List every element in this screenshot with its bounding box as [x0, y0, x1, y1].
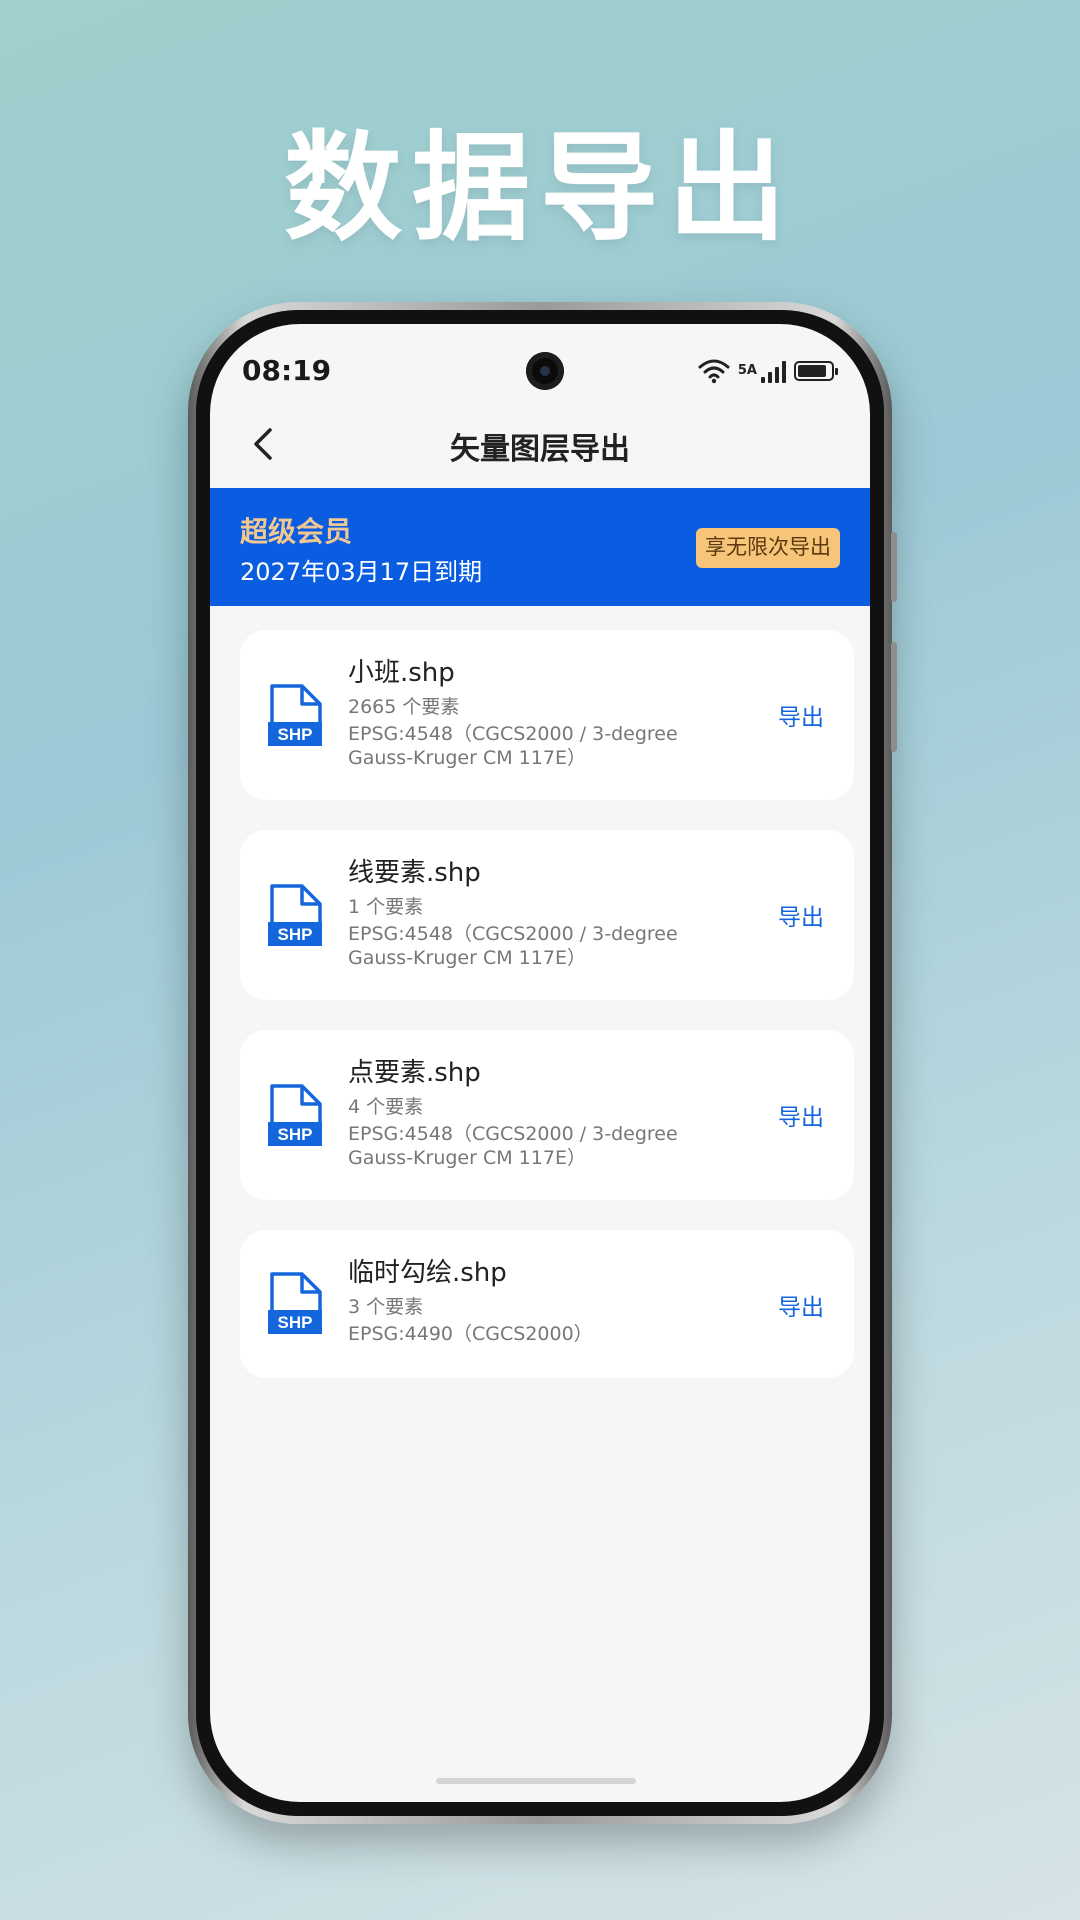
home-indicator[interactable] — [436, 1778, 636, 1784]
screen: 08:19 5A 矢量图层导出 超级会员 2027年03月17日到期 享无限次导… — [210, 324, 870, 1802]
layer-card: SHP 临时勾绘.shp 3 个要素 EPSG:4490（CGCS2000） 导… — [240, 1230, 854, 1378]
export-button[interactable]: 导出 — [778, 898, 824, 932]
crs-info: EPSG:4490（CGCS2000） — [348, 1323, 593, 1345]
front-camera — [526, 352, 564, 390]
vip-title: 超级会员 — [240, 515, 353, 548]
phone-frame: 08:19 5A 矢量图层导出 超级会员 2027年03月17日到期 享无限次导… — [188, 302, 897, 1824]
export-button[interactable]: 导出 — [778, 698, 824, 732]
layer-card: SHP 小班.shp 2665 个要素 EPSG:4548（CGCS2000 /… — [240, 630, 854, 800]
crs-info: EPSG:4548（CGCS2000 / 3-degree Gauss-Krug… — [348, 723, 678, 769]
export-button[interactable]: 导出 — [778, 1098, 824, 1132]
crs-info: EPSG:4548（CGCS2000 / 3-degree Gauss-Krug… — [348, 1123, 678, 1169]
layer-card: SHP 点要素.shp 4 个要素 EPSG:4548（CGCS2000 / 3… — [240, 1030, 854, 1200]
feature-count: 1 个要素 — [348, 896, 424, 918]
layer-name: 点要素.shp — [348, 1058, 481, 1088]
layer-name: 线要素.shp — [348, 858, 481, 888]
battery-icon — [794, 361, 838, 381]
network-type-label: 5A — [737, 363, 757, 378]
status-icons: 5A — [698, 356, 838, 386]
crs-info: EPSG:4548（CGCS2000 / 3-degree Gauss-Krug… — [348, 923, 678, 969]
hero-title: 数据导出 — [283, 119, 796, 257]
wifi-icon — [698, 359, 730, 384]
feature-count: 3 个要素 — [348, 1296, 424, 1318]
layer-name: 临时勾绘.shp — [348, 1258, 507, 1288]
page-title: 矢量图层导出 — [450, 432, 630, 467]
svg-text:SHP: SHP — [278, 1313, 313, 1332]
feature-count: 4 个要素 — [348, 1096, 424, 1118]
export-button[interactable]: 导出 — [778, 1288, 824, 1322]
status-bar: 08:19 5A — [210, 324, 870, 394]
shp-file-icon: SHP — [268, 884, 322, 946]
svg-text:SHP: SHP — [278, 725, 313, 744]
phone-bezel: 08:19 5A 矢量图层导出 超级会员 2027年03月17日到期 享无限次导… — [196, 310, 884, 1816]
power-button — [891, 642, 897, 752]
signal-icon — [761, 359, 786, 383]
unlimited-export-button[interactable]: 享无限次导出 — [696, 528, 840, 568]
shp-file-icon: SHP — [268, 1272, 322, 1334]
nav-bar: 矢量图层导出 — [210, 396, 870, 496]
layer-card: SHP 线要素.shp 1 个要素 EPSG:4548（CGCS2000 / 3… — [240, 830, 854, 1000]
shp-file-icon: SHP — [268, 684, 322, 746]
shp-file-icon: SHP — [268, 1084, 322, 1146]
volume-button — [891, 532, 897, 602]
layer-name: 小班.shp — [348, 658, 455, 688]
layer-list: SHP 小班.shp 2665 个要素 EPSG:4548（CGCS2000 /… — [240, 630, 854, 1408]
status-time: 08:19 — [242, 354, 332, 387]
vip-banner: 超级会员 2027年03月17日到期 享无限次导出 — [210, 488, 870, 606]
svg-text:SHP: SHP — [278, 925, 313, 944]
vip-expire-date: 2027年03月17日到期 — [240, 558, 483, 586]
feature-count: 2665 个要素 — [348, 696, 460, 718]
svg-text:SHP: SHP — [278, 1125, 313, 1144]
